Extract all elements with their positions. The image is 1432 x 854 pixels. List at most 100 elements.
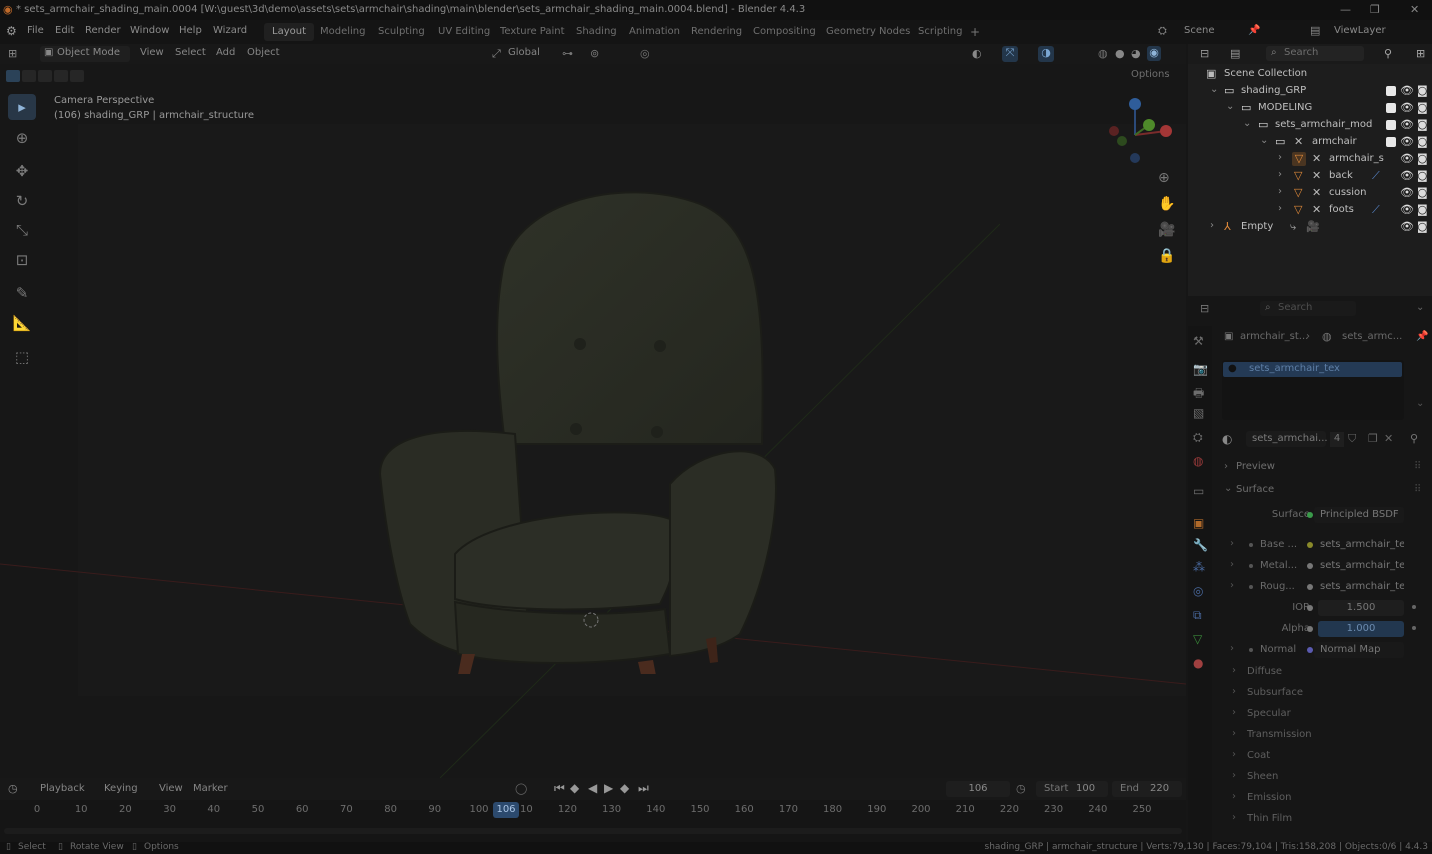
minimize-icon[interactable]: — xyxy=(1340,3,1351,16)
material-shading-icon[interactable]: ◕ xyxy=(1131,47,1141,60)
tab-rendering[interactable]: Rendering xyxy=(683,23,750,41)
browse-material-icon[interactable]: ◐ xyxy=(1222,432,1232,446)
rotate-tool-icon[interactable]: ↻ xyxy=(8,188,36,214)
eye-icon[interactable]: 👁 xyxy=(1400,101,1414,114)
menu-window[interactable]: Window xyxy=(130,25,169,36)
menu-select[interactable]: Select xyxy=(175,47,206,58)
particles-tab-icon[interactable]: ⁂ xyxy=(1193,560,1205,574)
chevron-right-icon[interactable]: › xyxy=(1232,686,1236,697)
coat-subpanel[interactable]: Coat xyxy=(1247,750,1270,761)
outliner-row-sets-armchair-mod[interactable]: ⌄ ▭ sets_armchair_mod 👁 ◙ xyxy=(1188,117,1432,134)
display-mode-icon[interactable]: ▤ xyxy=(1230,47,1240,60)
chevron-down-icon[interactable]: ⌄ xyxy=(1416,302,1424,313)
preview-range-icon[interactable]: ◷ xyxy=(1016,782,1026,795)
close-icon[interactable]: ✕ xyxy=(1410,3,1419,16)
jump-end-icon[interactable]: ⏭ xyxy=(638,781,649,796)
eye-icon[interactable]: 👁 xyxy=(1400,186,1414,199)
object-tab-icon[interactable]: ▣ xyxy=(1193,516,1204,530)
camera-render-icon[interactable]: ◙ xyxy=(1417,186,1428,199)
outliner-row-foots[interactable]: › ▽ ✕ foots ⟋ 👁 ◙ xyxy=(1188,202,1432,219)
menu-help[interactable]: Help xyxy=(179,25,202,36)
unlink-icon[interactable]: ✕ xyxy=(1384,432,1393,445)
annotate-tool-icon[interactable]: ✎ xyxy=(8,280,36,306)
play-icon[interactable]: ▶ xyxy=(604,781,613,795)
view-layer-name[interactable]: ViewLayer xyxy=(1334,25,1386,36)
menu-marker[interactable]: Marker xyxy=(193,783,228,794)
tab-texture-paint[interactable]: Texture Paint xyxy=(492,23,573,41)
add-cube-tool-icon[interactable]: ⬚ xyxy=(8,344,36,370)
end-frame-field[interactable]: End 220 xyxy=(1112,781,1182,797)
camera-render-icon[interactable]: ◙ xyxy=(1417,101,1428,114)
menu-timeline-view[interactable]: View xyxy=(159,783,183,794)
duplicate-icon[interactable]: ❐ xyxy=(1368,432,1378,445)
select-box-tool-icon[interactable]: ▸ xyxy=(8,94,36,120)
gizmo-toggle-icon[interactable]: ⤧ xyxy=(1002,46,1018,62)
outliner-row-scene-collection[interactable]: ▣ Scene Collection xyxy=(1188,66,1432,83)
tab-sculpting[interactable]: Sculpting xyxy=(370,23,433,41)
outliner-search-input[interactable]: ⌕ Search xyxy=(1266,46,1364,61)
tab-scripting[interactable]: Scripting xyxy=(910,23,970,41)
tab-uv-editing[interactable]: UV Editing xyxy=(430,23,498,41)
diffuse-subpanel[interactable]: Diffuse xyxy=(1247,666,1282,677)
tool-tab-icon[interactable]: ⚒ xyxy=(1193,334,1204,348)
tab-modeling[interactable]: Modeling xyxy=(312,23,374,41)
chevron-right-icon[interactable]: › xyxy=(1232,791,1236,802)
eye-icon[interactable]: 👁 xyxy=(1400,169,1414,182)
menu-edit[interactable]: Edit xyxy=(55,25,74,36)
exclude-checkbox[interactable] xyxy=(1386,137,1396,147)
camera-render-icon[interactable]: ◙ xyxy=(1417,118,1428,131)
pin-icon[interactable]: 📌 xyxy=(1248,25,1260,36)
prev-keyframe-icon[interactable]: ◆ xyxy=(570,781,579,795)
chevron-right-icon[interactable]: › xyxy=(1230,538,1234,549)
properties-search-input[interactable]: ⌕ Search xyxy=(1260,301,1356,316)
chevron-right-icon[interactable]: › xyxy=(1232,770,1236,781)
chevron-right-icon[interactable]: › xyxy=(1278,186,1282,197)
material-name-field[interactable]: sets_armchai... xyxy=(1246,431,1328,447)
outliner-row-back[interactable]: › ▽ ✕ back ⟋ 👁 ◙ xyxy=(1188,168,1432,185)
chevron-right-icon[interactable]: › xyxy=(1232,728,1236,739)
physics-tab-icon[interactable]: ◎ xyxy=(1193,584,1203,598)
sheen-subpanel[interactable]: Sheen xyxy=(1247,771,1278,782)
camera-view-icon[interactable]: 🎥 xyxy=(1158,222,1175,238)
new-collection-icon[interactable]: ⊞ xyxy=(1416,47,1425,60)
chevron-right-icon[interactable]: › xyxy=(1230,643,1234,654)
tab-animation[interactable]: Animation xyxy=(621,23,688,41)
view-layer-icon[interactable]: ▤ xyxy=(1310,24,1320,37)
specular-subpanel[interactable]: Specular xyxy=(1247,708,1291,719)
normal-field[interactable]: Normal Map xyxy=(1314,642,1404,658)
maximize-icon[interactable]: ❐ xyxy=(1370,3,1380,16)
play-reverse-icon[interactable]: ◀ xyxy=(588,781,597,795)
output-tab-icon[interactable]: 🖶 xyxy=(1193,384,1204,405)
tab-geometry-nodes[interactable]: Geometry Nodes xyxy=(818,23,918,41)
transform-tool-icon[interactable]: ⊡ xyxy=(8,247,36,273)
proportional-edit-icon[interactable]: ◎ xyxy=(640,47,650,60)
chevron-right-icon[interactable]: › xyxy=(1278,169,1282,180)
surface-shader-field[interactable]: Principled BSDF xyxy=(1314,507,1404,523)
eye-icon[interactable]: 👁 xyxy=(1400,203,1414,216)
transform-orientation-dropdown[interactable]: Global xyxy=(508,47,540,58)
outliner-row-modeling[interactable]: ⌄ ▭ MODELING 👁 ◙ xyxy=(1188,100,1432,117)
menu-render[interactable]: Render xyxy=(85,25,121,36)
cursor-tool-icon[interactable]: ⊕ xyxy=(8,125,36,151)
chevron-down-icon[interactable]: ⌄ xyxy=(1416,398,1424,409)
camera-render-icon[interactable]: ◙ xyxy=(1417,220,1428,233)
move-tool-icon[interactable]: ✥ xyxy=(8,158,36,184)
subsurface-subpanel[interactable]: Subsurface xyxy=(1247,687,1303,698)
eye-icon[interactable]: 👁 xyxy=(1400,152,1414,165)
chevron-down-icon[interactable]: ⌄ xyxy=(1210,84,1218,95)
auto-keying-icon[interactable]: ◯ xyxy=(515,782,527,795)
drag-handle-icon[interactable]: ⠿ xyxy=(1414,484,1421,495)
outliner-row-armchair[interactable]: ⌄ ▭ ✕ armchair 👁 ◙ xyxy=(1188,134,1432,151)
outliner-editor-type-icon[interactable]: ⊟ xyxy=(1200,47,1209,60)
menu-file[interactable]: File xyxy=(27,25,44,36)
chevron-right-icon[interactable]: › xyxy=(1210,220,1214,231)
eye-icon[interactable]: 👁 xyxy=(1400,135,1414,148)
scale-tool-icon[interactable]: ⤡ xyxy=(8,217,36,243)
wireframe-shading-icon[interactable]: ◍ xyxy=(1098,47,1108,60)
camera-render-icon[interactable]: ◙ xyxy=(1417,203,1428,216)
chevron-right-icon[interactable]: › xyxy=(1278,203,1282,214)
material-slot-item[interactable]: ● sets_armchair_tex xyxy=(1223,362,1402,377)
outliner-row-empty[interactable]: › ⅄ Empty ⤷ 🎥 👁 ◙ xyxy=(1188,219,1432,236)
rendered-shading-icon[interactable]: ◉ xyxy=(1147,46,1161,61)
overlay-toggle-icon[interactable]: ◑ xyxy=(1038,46,1054,62)
